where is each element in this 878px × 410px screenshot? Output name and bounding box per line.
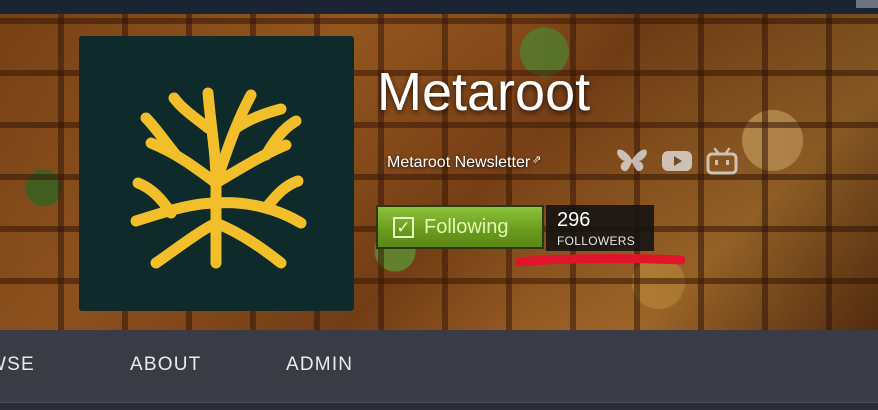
group-nav-bar: WSE ABOUT ADMIN bbox=[0, 330, 878, 402]
window-corner bbox=[856, 0, 878, 8]
youtube-link[interactable] bbox=[660, 146, 694, 176]
bilibili-link[interactable] bbox=[705, 146, 739, 176]
bilibili-icon bbox=[706, 147, 738, 175]
group-page: Metaroot Metaroot Newsletter ⇗ ✓ Followi… bbox=[0, 0, 878, 410]
newsletter-link-label: Metaroot Newsletter bbox=[387, 154, 531, 171]
metaroot-logo-icon bbox=[130, 87, 307, 269]
checkmark-icon: ✓ bbox=[393, 216, 414, 238]
group-title: Metaroot bbox=[377, 62, 591, 122]
youtube-icon bbox=[662, 151, 692, 171]
nav-browse[interactable]: WSE bbox=[0, 354, 35, 376]
followers-count-box: 296 FOLLOWERS bbox=[546, 205, 654, 251]
top-bar bbox=[0, 0, 878, 14]
bluesky-icon bbox=[617, 149, 647, 172]
newsletter-link[interactable]: Metaroot Newsletter ⇗ bbox=[387, 153, 541, 173]
red-annotation-underline bbox=[515, 254, 685, 267]
content-area-top bbox=[0, 402, 878, 410]
external-link-icon: ⇗ bbox=[532, 154, 542, 166]
followers-caption: FOLLOWERS bbox=[557, 234, 636, 248]
following-button[interactable]: ✓ Following bbox=[376, 205, 544, 249]
group-avatar bbox=[79, 36, 354, 311]
following-button-label: Following bbox=[424, 215, 509, 238]
nav-about[interactable]: ABOUT bbox=[130, 354, 201, 376]
nav-admin[interactable]: ADMIN bbox=[286, 354, 353, 376]
bluesky-link[interactable] bbox=[615, 146, 649, 176]
followers-count: 296 bbox=[557, 209, 591, 231]
